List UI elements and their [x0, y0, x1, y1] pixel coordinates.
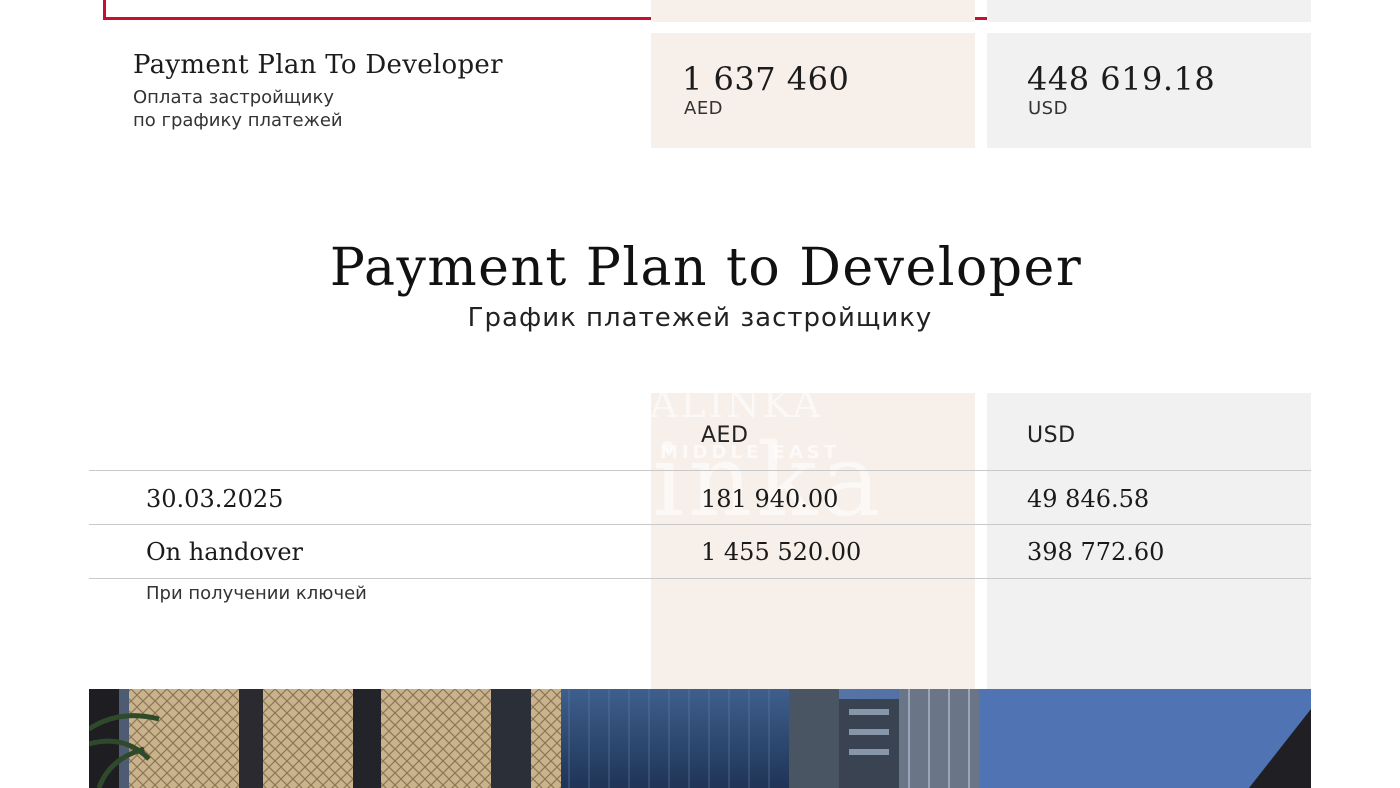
summary-aed-cell: 1 637 460 AED: [651, 33, 975, 148]
building-illustration: [89, 689, 1311, 788]
row-label-handover: On handover: [146, 538, 304, 566]
divider: [89, 524, 1311, 525]
summary-usd-amount: 448 619.18: [1027, 60, 1216, 98]
row-aed-value: 181 940.00: [701, 485, 839, 513]
summary-label: Payment Plan To Developer: [133, 50, 503, 80]
summary-sublabel-line2: по графику платежей: [133, 110, 343, 131]
summary-usd-cell: 448 619.18 USD: [987, 33, 1311, 148]
section-title: Payment Plan to Developer: [329, 238, 1083, 298]
divider: [89, 470, 1311, 471]
row-label-date: 30.03.2025: [146, 485, 284, 513]
row-usd-value: 49 846.58: [1027, 485, 1150, 513]
row-note-handover: При получении ключей: [146, 583, 367, 604]
section-subtitle: График платежей застройщику: [467, 303, 933, 333]
summary-aed-currency: AED: [684, 98, 724, 119]
row-usd-value: 398 772.60: [1027, 538, 1165, 566]
divider: [89, 578, 1311, 579]
column-header-aed: AED: [701, 423, 749, 448]
summary-sublabel: Оплата застройщику по графику платежей: [133, 86, 393, 132]
aed-column-top: [651, 0, 975, 22]
summary-sublabel-line1: Оплата застройщику: [133, 87, 335, 108]
row-aed-value: 1 455 520.00: [701, 538, 862, 566]
column-header-usd: USD: [1027, 423, 1076, 448]
summary-aed-amount: 1 637 460: [682, 60, 850, 98]
building-photo: [89, 689, 1311, 788]
usd-column-top: [987, 0, 1311, 22]
summary-usd-currency: USD: [1028, 98, 1068, 119]
